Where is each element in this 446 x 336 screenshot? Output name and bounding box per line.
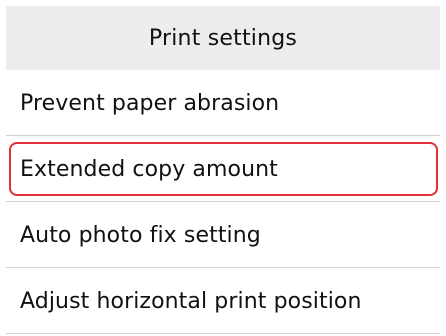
menu-item-auto-photo-fix-setting[interactable]: Auto photo fix setting [6,202,440,268]
page-title: Print settings [148,25,298,51]
menu-item-label: Adjust horizontal print position [20,288,362,314]
menu-item-label: Extended copy amount [20,156,278,182]
menu-item-extended-copy-amount[interactable]: Extended copy amount [6,136,440,202]
menu-item-adjust-horizontal-print-position[interactable]: Adjust horizontal print position [6,268,440,334]
menu-item-prevent-paper-abrasion[interactable]: Prevent paper abrasion [6,70,440,136]
menu-item-label: Auto photo fix setting [20,222,261,248]
menu-item-label: Prevent paper abrasion [20,90,280,116]
title-bar: Print settings [6,6,440,70]
settings-list: Prevent paper abrasion Extended copy amo… [6,70,440,334]
print-settings-screen: Print settings Prevent paper abrasion Ex… [0,0,446,336]
divider [6,333,440,334]
